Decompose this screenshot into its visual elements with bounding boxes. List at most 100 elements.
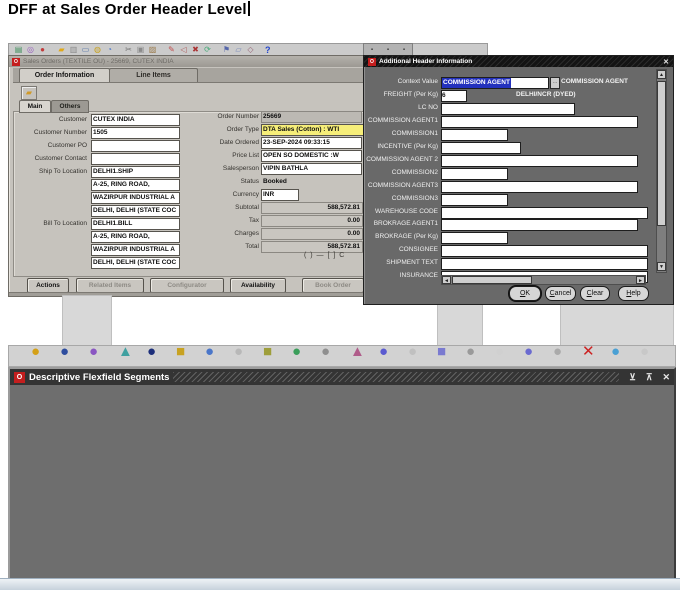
paste-icon[interactable]: ▨ <box>147 45 158 55</box>
delete-icon[interactable]: ✖ <box>190 45 201 55</box>
field-subtotal[interactable]: 588,572.81 <box>261 202 363 214</box>
field-commission-agent3[interactable] <box>441 181 638 193</box>
database-icon[interactable]: ◍ <box>92 45 103 55</box>
scroll-left-icon[interactable]: ◄ <box>442 276 451 284</box>
toolbar-icon[interactable]: ● <box>60 346 69 359</box>
help-button[interactable]: Help <box>618 286 649 301</box>
toolbar-icon[interactable]: ● <box>205 346 214 359</box>
tools-icon[interactable]: ◇ <box>245 45 256 55</box>
scroll-right-icon[interactable]: ► <box>636 276 645 284</box>
toolbar-icon[interactable]: ● <box>408 346 417 359</box>
tab-order-information[interactable]: Order Information <box>19 68 110 82</box>
minimize-icon[interactable]: ⊻ <box>629 372 636 383</box>
toolbar-icon[interactable]: ● <box>292 346 301 359</box>
book-order-button[interactable]: Book Order <box>302 278 364 293</box>
toolbar-icon[interactable]: ■ <box>263 346 272 359</box>
field-context-value[interactable]: COMMISSION AGENT <box>441 77 549 89</box>
edit-icon[interactable]: ✎ <box>166 45 177 55</box>
related-items-button[interactable]: Related Items <box>76 278 144 293</box>
folder-open-icon[interactable]: ▰ <box>56 45 67 55</box>
field-commission2[interactable] <box>441 168 508 180</box>
find-icon[interactable]: ◎ <box>25 45 36 55</box>
subtab-main[interactable]: Main <box>19 100 51 113</box>
toolbar-icon[interactable]: ● <box>466 346 475 359</box>
tab-line-items[interactable]: Line Items <box>109 68 198 82</box>
popup-vertical-scrollbar[interactable]: ▲ ▼ <box>656 69 667 273</box>
scrollbar-thumb[interactable] <box>657 81 666 226</box>
popup-titlebar[interactable]: O Additional Header Information ✕ <box>364 56 673 67</box>
save-icon[interactable]: ▥ <box>68 45 79 55</box>
lov-button[interactable]: … <box>550 77 560 89</box>
help-icon[interactable]: ? <box>265 45 271 55</box>
popup-horizontal-scrollbar[interactable]: ◄ ► <box>441 275 646 285</box>
attachments-icon[interactable]: ▱ <box>233 45 244 55</box>
toolbar-icon[interactable]: ✕ <box>582 346 595 359</box>
close-icon[interactable]: ✕ <box>663 58 669 66</box>
toolbar-icon[interactable]: ● <box>640 346 649 359</box>
field-freight-per-kg-[interactable]: 6 <box>441 90 467 102</box>
toolbar-icon[interactable]: ● <box>379 346 388 359</box>
field-address-line[interactable]: DELHI, DELHI (STATE COC <box>91 257 180 269</box>
new-icon[interactable]: ▤ <box>13 45 24 55</box>
field-order-type[interactable]: DTA Sales (Cotton) : WTI <box>261 124 373 136</box>
field-shipment-text[interactable] <box>441 258 648 270</box>
toolbar-icon[interactable]: ▲ <box>350 346 365 359</box>
scrollbar-thumb[interactable] <box>452 276 532 284</box>
toolbar-icon[interactable]: ● <box>524 346 533 359</box>
toolbar-icon[interactable]: ● <box>89 346 98 359</box>
subtab-others[interactable]: Others <box>51 100 89 113</box>
scroll-down-icon[interactable]: ▼ <box>657 262 666 271</box>
field-date-ordered[interactable]: 23-SEP-2024 09:33:15 <box>261 137 362 149</box>
cancel-button[interactable]: Cancel <box>545 286 576 301</box>
ok-button[interactable]: OK <box>509 286 541 301</box>
field-consignee[interactable] <box>441 245 648 257</box>
field-label: COMMISSION2 <box>391 169 438 176</box>
field-order-number[interactable]: 25669 <box>261 111 362 123</box>
refresh-icon[interactable]: ⟳ <box>202 45 213 55</box>
field-incentive-per-kg-[interactable] <box>441 142 521 154</box>
toolbar-icon[interactable]: ■ <box>176 346 185 359</box>
field-brokrage-agent1[interactable] <box>441 219 638 231</box>
dff-titlebar[interactable]: O Descriptive Flexfield Segments ⊻ ⊼ ✕ <box>10 369 674 385</box>
toolbar-icon[interactable]: ● <box>321 346 330 359</box>
field-salesperson[interactable]: VIPIN BATHLA <box>261 163 362 175</box>
clear-button[interactable]: Clear <box>580 286 610 301</box>
field-status[interactable]: Booked <box>261 176 362 188</box>
toolbar-icon[interactable]: ● <box>31 346 40 359</box>
field-tax[interactable]: 0.00 <box>261 215 363 227</box>
field-label: INSURANCE <box>399 272 438 279</box>
translations-icon[interactable]: ⚑ <box>221 45 232 55</box>
schema-icon[interactable]: ◔ <box>104 45 115 55</box>
field-commission1[interactable] <box>441 129 508 141</box>
close-icon[interactable]: ✕ <box>662 372 670 383</box>
field-warehouse-code[interactable] <box>441 207 648 219</box>
toolbar-icon[interactable]: ● <box>611 346 620 359</box>
field-lc-no[interactable] <box>441 103 575 115</box>
scroll-up-icon[interactable]: ▲ <box>657 70 666 79</box>
actions-button[interactable]: Actions <box>27 278 69 293</box>
cut-icon[interactable]: ✂ <box>123 45 134 55</box>
availability-button[interactable]: Availability <box>230 278 286 293</box>
open-folder-icon[interactable]: ▰ <box>21 86 37 100</box>
toolbar-icon[interactable]: ● <box>234 346 243 359</box>
clear-record-icon[interactable]: ◁ <box>178 45 189 55</box>
field-label: Bill To Location <box>43 220 87 227</box>
field-currency[interactable]: INR <box>261 189 299 201</box>
toolbar-icon[interactable]: ● <box>553 346 562 359</box>
configurator-button[interactable]: Configurator <box>150 278 224 293</box>
print-icon[interactable]: ▭ <box>80 45 91 55</box>
field-commission-agent1[interactable] <box>441 116 638 128</box>
toolbar-icon[interactable]: ● <box>147 346 156 359</box>
dff-window-title: Descriptive Flexfield Segments <box>29 371 170 383</box>
copy-icon[interactable]: ▣ <box>135 45 146 55</box>
field-commission-agent-2[interactable] <box>441 155 638 167</box>
field-commission3[interactable] <box>441 194 508 206</box>
navigator-icon[interactable]: ● <box>37 45 48 55</box>
maximize-icon[interactable]: ⊼ <box>646 372 653 383</box>
toolbar-icon[interactable]: ■ <box>437 346 446 359</box>
toolbar-icon[interactable]: ▲ <box>118 346 133 359</box>
field-price-list[interactable]: OPEN SO DOMESTIC :W <box>261 150 362 162</box>
field-brokrage-per-kg-[interactable] <box>441 232 508 244</box>
field-charges[interactable]: 0.00 <box>261 228 363 240</box>
toolbar-icon[interactable]: ● <box>495 346 504 359</box>
